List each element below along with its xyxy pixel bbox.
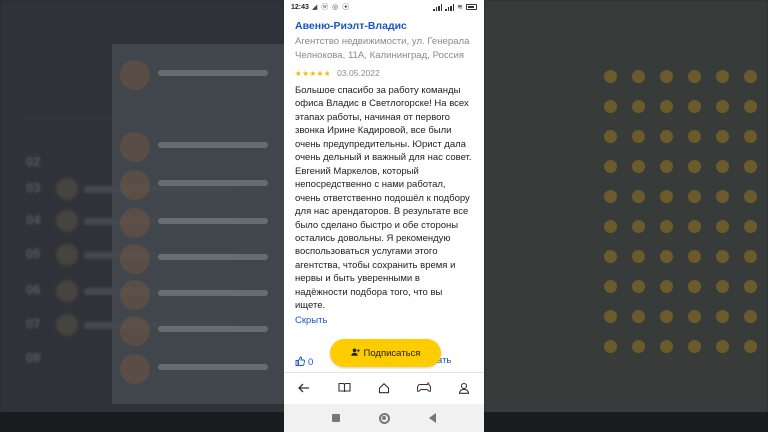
- recent-apps-button[interactable]: [326, 408, 346, 428]
- subscribe-button[interactable]: Подписаться: [330, 339, 441, 367]
- bottom-navigation: [284, 372, 484, 402]
- star-rating-icon: ★★★★★: [295, 68, 332, 78]
- home-button[interactable]: [374, 408, 394, 428]
- review-actions: 0 ать: [295, 355, 451, 369]
- collapse-link[interactable]: Скрыть: [295, 314, 472, 327]
- notification-icons: ◢ ⓦ ◎ ⦿: [311, 4, 351, 11]
- organization-address: Агентство недвижимости, ул. Генерала Чел…: [295, 36, 470, 61]
- organization-name[interactable]: Авеню-Риэлт-Владис: [295, 20, 472, 33]
- book-icon[interactable]: [332, 377, 356, 399]
- signal-2-icon: [445, 3, 455, 11]
- back-button[interactable]: [422, 408, 442, 428]
- review-text: Большое спасибо за работу команды офиса …: [295, 85, 472, 312]
- status-time: 12:43: [291, 3, 309, 11]
- profile-icon[interactable]: [452, 377, 476, 399]
- review-date: 03.05.2022: [337, 68, 380, 78]
- user-plus-icon: [350, 348, 360, 358]
- subscribe-label: Подписаться: [363, 347, 421, 359]
- game-controller-icon[interactable]: [412, 377, 436, 399]
- back-arrow-icon[interactable]: [292, 377, 316, 399]
- rating-row: ★★★★★ 03.05.2022: [295, 67, 472, 79]
- review-card: Авеню-Риэлт-Владис Агентство недвижимост…: [284, 14, 484, 370]
- screen: 02 03 04 05 06 07 08 12:43 ◢ ⓦ ◎ ⦿ ≋ Аве…: [0, 0, 768, 432]
- home-icon[interactable]: [372, 377, 396, 399]
- wifi-icon: ≋: [457, 4, 463, 11]
- like-count: 0: [308, 356, 314, 368]
- phone-screen: 12:43 ◢ ⓦ ◎ ⦿ ≋ Авеню-Риэлт-Владис Агент…: [284, 0, 484, 432]
- android-system-bar: [284, 404, 484, 432]
- status-bar: 12:43 ◢ ⓦ ◎ ⦿ ≋: [284, 0, 484, 14]
- signal-icon: [433, 3, 443, 11]
- like-icon[interactable]: [295, 356, 305, 369]
- battery-icon: [466, 4, 477, 10]
